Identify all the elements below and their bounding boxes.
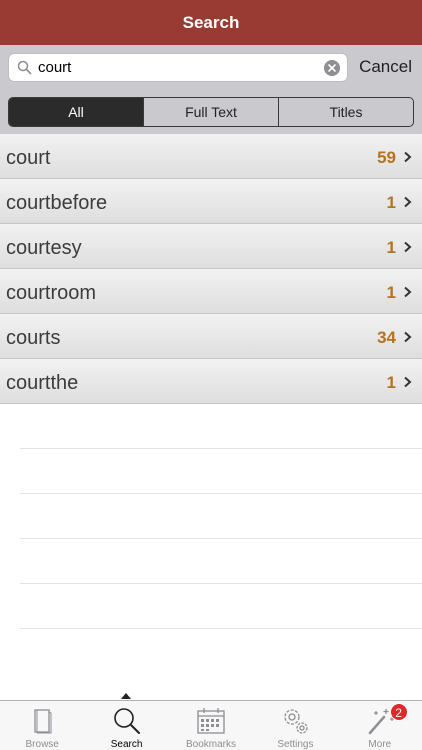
page-title: Search — [182, 12, 240, 32]
cancel-button[interactable]: Cancel — [359, 57, 412, 77]
tab-bookmarks[interactable]: Bookmarks — [169, 701, 253, 750]
result-count: 1 — [386, 283, 396, 302]
search-icon — [113, 708, 140, 734]
result-word: courts — [6, 327, 61, 349]
clear-search-button[interactable] — [324, 60, 340, 76]
chevron-right-icon — [404, 286, 412, 298]
active-tab-indicator — [121, 693, 131, 699]
chevron-right-icon — [404, 241, 412, 253]
tab-label: Browse — [25, 739, 59, 750]
row-separator — [20, 448, 422, 449]
row-separator — [20, 493, 422, 494]
scope-segmented-control: All Full Text Titles — [8, 97, 414, 127]
tab-label: More — [368, 739, 392, 750]
segment-titles[interactable]: Titles — [278, 98, 413, 126]
result-word: court — [6, 147, 51, 169]
chevron-right-icon — [404, 151, 412, 163]
result-word: courtroom — [6, 282, 97, 304]
segment-all[interactable]: All — [9, 98, 143, 126]
magnifier-icon — [17, 60, 32, 75]
chevron-right-icon — [404, 376, 412, 388]
search-input[interactable]: court — [8, 53, 348, 82]
row-separator — [20, 628, 422, 629]
clear-icon — [328, 64, 336, 72]
result-word: courtbefore — [6, 192, 108, 214]
row-separator — [20, 583, 422, 584]
book-icon — [34, 709, 52, 734]
result-word: courtesy — [6, 237, 82, 259]
calendar-icon — [197, 708, 225, 734]
result-row[interactable]: courts 34 — [0, 314, 422, 359]
results-list: court 59 courtbefore 1 courtesy 1 courtr… — [0, 134, 422, 404]
result-row[interactable]: courtbefore 1 — [0, 179, 422, 224]
result-count: 1 — [386, 373, 396, 392]
tab-label: Search — [110, 739, 143, 750]
result-row[interactable]: courtthe 1 — [0, 359, 422, 404]
search-bar: court Cancel — [0, 45, 422, 89]
tab-search[interactable]: Search — [84, 701, 168, 750]
segment-full-text[interactable]: Full Text — [143, 98, 278, 126]
result-count: 1 — [386, 193, 396, 212]
navigation-bar: Search — [0, 0, 422, 45]
result-word: courtthe — [6, 372, 79, 394]
tab-browse[interactable]: Browse — [0, 701, 84, 750]
tab-label: Settings — [277, 739, 314, 750]
result-row[interactable]: court 59 — [0, 134, 422, 179]
tab-label: Bookmarks — [186, 739, 237, 750]
result-count: 59 — [377, 148, 396, 167]
row-separator — [20, 538, 422, 539]
chevron-right-icon — [404, 196, 412, 208]
result-row[interactable]: courtroom 1 — [0, 269, 422, 314]
tab-settings[interactable]: Settings — [253, 701, 337, 750]
tab-bar: Browse Search Bookmarks Settings 2 More — [0, 700, 422, 750]
gears-icon — [284, 709, 309, 734]
result-count: 1 — [386, 238, 396, 257]
chevron-right-icon — [404, 331, 412, 343]
notification-badge: 2 — [389, 703, 408, 721]
search-query-text: court — [38, 59, 72, 76]
result-count: 34 — [377, 328, 396, 347]
result-row[interactable]: courtesy 1 — [0, 224, 422, 269]
tab-more[interactable]: 2 More — [338, 701, 422, 750]
scope-bar: All Full Text Titles — [0, 89, 422, 134]
